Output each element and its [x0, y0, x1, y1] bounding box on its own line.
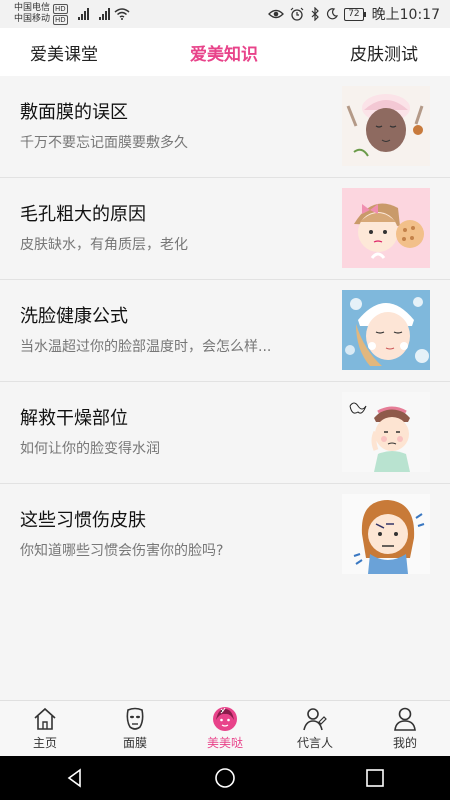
eye-icon — [268, 9, 285, 19]
article-subtitle: 当水温超过你的脸部温度时，会怎么样... — [20, 339, 272, 355]
spokesperson-icon — [303, 708, 327, 731]
tab-beauty-class[interactable]: 爱美课堂 — [30, 40, 98, 65]
article-item[interactable]: 洗脸健康公式 当水温超过你的脸部温度时，会怎么样... — [0, 280, 450, 382]
nav-beauty[interactable]: 美美哒 — [180, 701, 270, 756]
article-title: 洗脸健康公式 — [20, 306, 128, 327]
article-subtitle: 千万不要忘记面膜要敷多久 — [20, 135, 188, 151]
signal-icon-2 — [98, 8, 110, 20]
battery-icon: 72 — [344, 7, 366, 21]
recents-button[interactable] — [355, 758, 395, 798]
hd-badge: HD — [53, 3, 68, 14]
pore-girl-illustration — [342, 188, 430, 268]
bluetooth-icon — [311, 7, 320, 21]
article-title: 敷面膜的误区 — [20, 102, 128, 123]
wifi-icon — [114, 8, 130, 20]
article-title: 解救干燥部位 — [20, 408, 128, 429]
signal-icon — [77, 8, 89, 20]
nav-label: 美美哒 — [206, 736, 243, 750]
back-icon — [67, 768, 81, 788]
mask-icon — [126, 707, 144, 730]
hd-badge-2: HD — [53, 14, 68, 25]
article-item[interactable]: 这些习惯伤皮肤 你知道哪些习惯会伤害你的脸吗? — [0, 484, 450, 586]
face-wash-illustration — [342, 290, 430, 370]
article-item[interactable]: 敷面膜的误区 千万不要忘记面膜要敷多久 — [0, 76, 450, 178]
back-button[interactable] — [55, 758, 95, 798]
dry-skin-girl-illustration — [342, 392, 430, 472]
nav-label: 主页 — [32, 736, 57, 750]
tab-beauty-knowledge[interactable]: 爱美知识 — [190, 40, 258, 65]
article-item[interactable]: 毛孔粗大的原因 皮肤缺水，有角质层，老化 — [0, 178, 450, 280]
moon-icon — [327, 8, 339, 20]
nav-profile[interactable]: 我的 — [360, 701, 450, 756]
nav-spokesperson[interactable]: 代言人 — [270, 701, 360, 756]
carrier-info: 中国电信 HD 中国移动 HD — [14, 3, 130, 25]
battery-level: 72 — [344, 7, 364, 21]
square-recents-icon — [366, 769, 384, 787]
nav-mask[interactable]: 面膜 — [90, 701, 180, 756]
alarm-icon — [290, 7, 304, 21]
status-right: 72 晚上10:17 — [268, 4, 440, 24]
tab-skin-test[interactable]: 皮肤测试 — [350, 40, 418, 65]
worried-girl-illustration — [342, 494, 430, 574]
nav-label: 面膜 — [122, 736, 147, 750]
article-item[interactable]: 解救干燥部位 如何让你的脸变得水润 — [0, 382, 450, 484]
article-subtitle: 皮肤缺水，有角质层，老化 — [20, 237, 188, 253]
clock: 晚上10:17 — [371, 7, 440, 23]
top-tabs: 爱美课堂 爱美知识 皮肤测试 — [0, 28, 450, 76]
profile-icon — [394, 707, 416, 731]
mask-face-illustration — [342, 86, 430, 166]
nav-label: 我的 — [392, 736, 417, 750]
nav-home[interactable]: 主页 — [0, 701, 90, 756]
status-bar: 中国电信 HD 中国移动 HD 72 晚上10:17 — [0, 0, 450, 28]
carrier-1: 中国电信 — [14, 3, 51, 13]
article-subtitle: 你知道哪些习惯会伤害你的脸吗? — [20, 543, 224, 559]
home-system-button[interactable] — [205, 758, 245, 798]
carrier-2: 中国移动 — [14, 14, 51, 24]
article-title: 这些习惯伤皮肤 — [20, 510, 146, 531]
system-nav-bar — [0, 756, 450, 800]
article-subtitle: 如何让你的脸变得水润 — [20, 441, 160, 457]
nav-label: 代言人 — [296, 736, 333, 750]
article-list: 敷面膜的误区 千万不要忘记面膜要敷多久 毛孔粗大的原因 皮肤缺水，有角质层，老化 — [0, 76, 450, 586]
article-title: 毛孔粗大的原因 — [20, 204, 146, 225]
beauty-girl-icon — [213, 707, 237, 731]
home-icon — [34, 707, 56, 730]
circle-home-icon — [215, 768, 235, 788]
bottom-nav: 主页 面膜 美美哒 代言人 我的 — [0, 700, 450, 756]
